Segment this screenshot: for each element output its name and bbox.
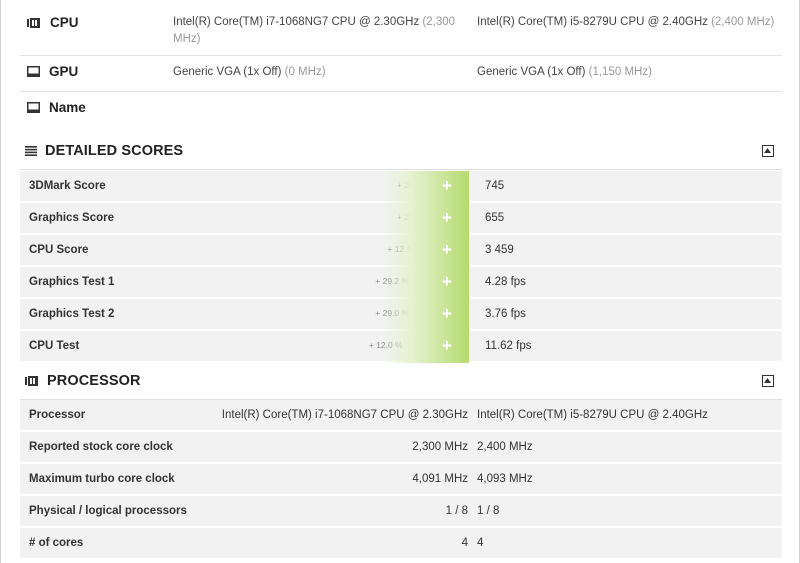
gpu-b-freq: (1,150 MHz) bbox=[588, 66, 652, 78]
collapse-up-icon bbox=[764, 378, 771, 383]
score-pct: + 12.0 % bbox=[368, 340, 403, 350]
list-icon bbox=[25, 146, 37, 156]
processor-a-value: 2,300 MHz bbox=[412, 441, 468, 453]
processor-row-label: Maximum turbo core clock bbox=[29, 473, 175, 485]
gpu-b-name: Generic VGA (1x Off) bbox=[477, 66, 586, 78]
score-row-label: CPU Test bbox=[29, 340, 80, 352]
cpu-a-freq-2: MHz) bbox=[173, 33, 201, 45]
processor-row-label: Reported stock core clock bbox=[29, 441, 173, 453]
gpu-label-text: GPU bbox=[49, 64, 79, 79]
processor-b-value: 4,093 MHz bbox=[477, 473, 533, 485]
monitor-icon bbox=[27, 66, 40, 77]
score-pct: + 28.6 % bbox=[397, 180, 431, 190]
score-b-value: 3.76 fps bbox=[485, 308, 526, 320]
cpu-b-freq: (2,400 MHz) bbox=[711, 16, 775, 28]
cpu-b-value: Intel(R) Core(TM) i5-8279U CPU @ 2.40GHz… bbox=[477, 14, 777, 31]
score-row-label: 3DMark Score bbox=[29, 180, 106, 192]
expand-plus-icon[interactable]: + bbox=[440, 337, 454, 355]
processor-row: Reported stock core clock 2,300 MHz 2,400 … bbox=[20, 432, 782, 463]
processor-title-text: PROCESSOR bbox=[47, 373, 141, 389]
system-row-cpu: CPU Intel(R) Core(TM) i7-1068NG7 CPU @ 2… bbox=[20, 0, 782, 56]
score-pct: + 29.2 % bbox=[397, 212, 431, 222]
expand-plus-icon[interactable]: + bbox=[440, 241, 454, 259]
processor-a-value: Intel(R) Core(TM) i7-1068NG7 CPU @ 2.30G… bbox=[221, 409, 468, 421]
score-row: Graphics Test 1 + 29.2 % 5.53 fps 4.28 fps bbox=[20, 267, 782, 298]
score-row: Graphics Score + 29.2 % 846 655 bbox=[20, 203, 782, 234]
name-label: Name bbox=[27, 100, 86, 115]
expand-plus-icon[interactable]: + bbox=[440, 305, 454, 323]
monitor-icon bbox=[27, 102, 40, 113]
processor-a-value: 4 bbox=[461, 537, 468, 549]
processor-collapse-button[interactable] bbox=[762, 375, 774, 387]
gpu-b-value: Generic VGA (1x Off) (1,150 MHz) bbox=[477, 64, 652, 81]
processor-row-label: Physical / logical processors bbox=[29, 505, 187, 517]
system-row-gpu: GPU Generic VGA (1x Off) (0 MHz) Generic… bbox=[20, 56, 782, 92]
score-b-value: 3 459 bbox=[485, 244, 514, 256]
detailed-scores-title-text: DETAILED SCORES bbox=[45, 143, 184, 159]
score-b-value: 11.62 fps bbox=[485, 340, 532, 352]
score-row-label: Graphics Test 2 bbox=[29, 308, 115, 320]
cpu-label-text: CPU bbox=[50, 15, 79, 30]
processor-b-value: 4 bbox=[477, 537, 484, 549]
cpu-label: CPU bbox=[27, 15, 79, 30]
comparison-page: CPU Intel(R) Core(TM) i7-1068NG7 CPU @ 2… bbox=[0, 0, 800, 563]
system-row-name: Name bbox=[20, 92, 782, 126]
expand-plus-icon[interactable]: + bbox=[440, 273, 454, 291]
processor-header: PROCESSOR bbox=[20, 364, 782, 400]
gpu-a-name: Generic VGA (1x Off) bbox=[173, 66, 282, 78]
score-pct: + 29.0 % bbox=[375, 308, 410, 318]
score-row: CPU Score + 12.1 % 3 876 3 459 bbox=[20, 235, 782, 266]
score-row-label: CPU Score bbox=[29, 244, 89, 256]
processor-row-label: Processor bbox=[29, 409, 86, 421]
expand-plus-icon[interactable]: + bbox=[440, 177, 454, 195]
name-label-text: Name bbox=[49, 100, 86, 115]
detailed-scores-collapse-button[interactable] bbox=[762, 145, 774, 157]
detailed-scores-title: DETAILED SCORES bbox=[25, 143, 183, 159]
collapse-up-icon bbox=[764, 148, 771, 153]
score-pct: + 12.1 % bbox=[387, 244, 422, 254]
processor-b-value: Intel(R) Core(TM) i5-8279U CPU @ 2.40GHz bbox=[477, 409, 708, 421]
processor-title: PROCESSOR bbox=[25, 373, 141, 389]
score-b-value: 655 bbox=[485, 212, 505, 224]
chip-icon bbox=[25, 376, 38, 386]
processor-b-value: 1 / 8 bbox=[477, 505, 500, 517]
score-row: Graphics Test 2 + 29.0 % 4.85 fps 3.76 fps bbox=[20, 299, 782, 330]
processor-row: Maximum turbo core clock 4,091 MHz 4,093 M… bbox=[20, 464, 782, 495]
score-row-label: Graphics Score bbox=[29, 212, 115, 224]
score-b-value: 4.28 fps bbox=[485, 276, 526, 288]
score-pct: + 29.2 % bbox=[375, 276, 410, 286]
score-row-label: Graphics Test 1 bbox=[29, 276, 115, 288]
expand-plus-icon[interactable]: + bbox=[440, 209, 454, 227]
processor-row: # of cores 4 4 bbox=[20, 528, 782, 559]
score-row: CPU Test + 12.0 % 13.02 fps 11.62 fps bbox=[20, 331, 782, 362]
cpu-b-name: Intel(R) Core(TM) i5-8279U CPU @ 2.40GHz bbox=[477, 16, 708, 28]
gpu-a-freq: (0 MHz) bbox=[284, 66, 326, 78]
detailed-scores-header: DETAILED SCORES bbox=[20, 134, 782, 170]
processor-a-value: 4,091 MHz bbox=[412, 473, 468, 485]
processor-row: Physical / logical processors 1 / 8 1 / 8 bbox=[20, 496, 782, 527]
processor-row: Processor Intel(R) Core(TM) i7-1068NG7 CP… bbox=[20, 400, 782, 431]
processor-a-value: 1 / 8 bbox=[445, 505, 468, 517]
gpu-label: GPU bbox=[27, 64, 78, 79]
processor-b-value: 2,400 MHz bbox=[477, 441, 533, 453]
gpu-a-value: Generic VGA (1x Off) (0 MHz) bbox=[173, 64, 326, 81]
score-row: 3DMark Score + 28.6 % 958 745 bbox=[20, 171, 782, 202]
cpu-a-freq-1: (2,300 bbox=[422, 16, 456, 28]
processor-row-label: # of cores bbox=[29, 537, 84, 549]
score-b-value: 745 bbox=[485, 180, 505, 192]
chip-icon bbox=[27, 17, 40, 28]
cpu-a-value: Intel(R) Core(TM) i7-1068NG7 CPU @ 2.30G… bbox=[173, 14, 463, 48]
cpu-a-name: Intel(R) Core(TM) i7-1068NG7 CPU @ 2.30G… bbox=[173, 16, 420, 28]
